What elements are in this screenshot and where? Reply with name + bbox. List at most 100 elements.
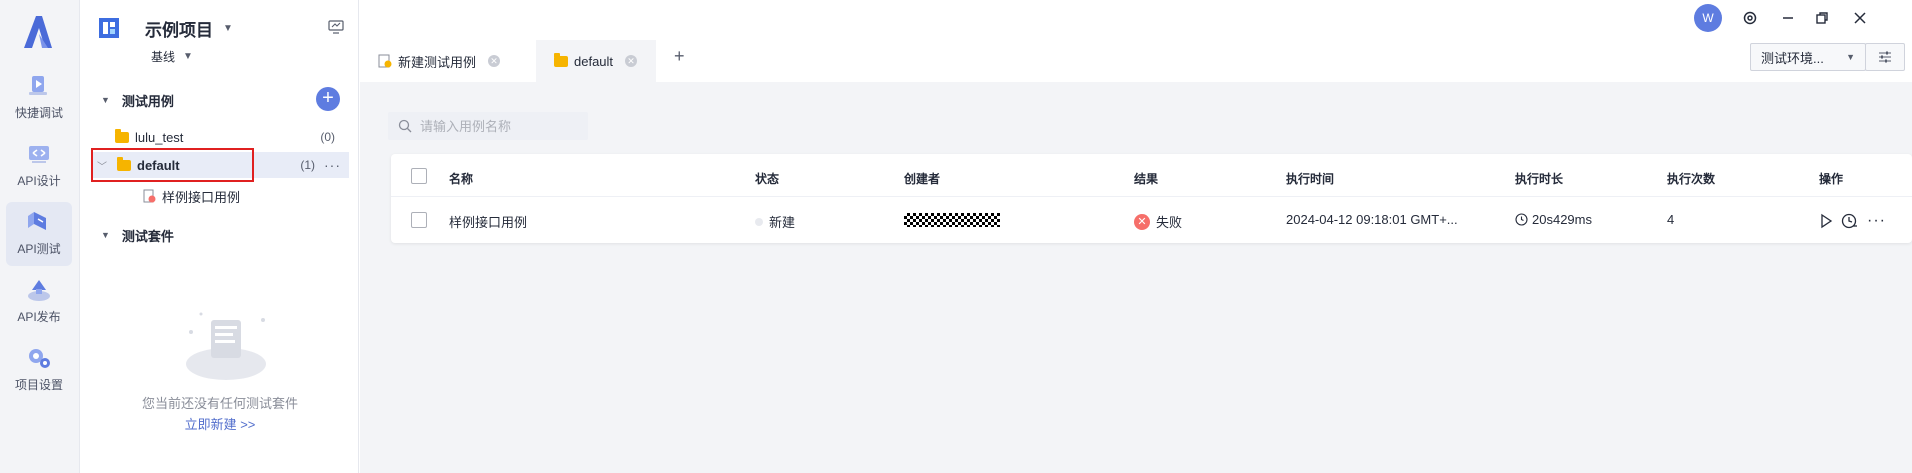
tree-folder-lulu-test[interactable]: lulu_test (0) (91, 124, 349, 150)
clock-icon (1515, 213, 1528, 226)
column-header: 执行次数 (1667, 172, 1716, 186)
play-icon[interactable] (1819, 213, 1833, 229)
column-header: 操作 (1819, 172, 1844, 186)
sliders-icon (1879, 51, 1891, 63)
folder-count: (1) (300, 158, 315, 172)
more-icon[interactable]: ··· (1867, 212, 1886, 230)
api-publish-icon (28, 280, 50, 301)
nav-label: API设计 (17, 174, 61, 188)
add-tab-icon[interactable]: + (674, 46, 685, 67)
nav-rail: 快捷调试 API设计 API测试 API发布 项目设置 (0, 0, 80, 473)
environment-settings-button[interactable] (1865, 43, 1905, 71)
search-icon (398, 119, 412, 133)
status-cell: 新建 (755, 212, 795, 231)
tab-label: default (574, 53, 614, 69)
project-switcher[interactable]: 示例项目 ▼ (97, 14, 233, 42)
case-name: 样例接口用例 (162, 189, 241, 205)
close-window-icon[interactable] (1850, 8, 1870, 28)
add-case-button[interactable]: + (316, 87, 340, 111)
close-icon[interactable]: ✕ (488, 55, 501, 67)
select-all-checkbox[interactable] (411, 168, 427, 184)
close-icon[interactable]: ✕ (625, 55, 638, 67)
environment-select[interactable]: 测试环境... ▼ (1750, 43, 1866, 71)
empty-illustration (186, 312, 266, 380)
operations-cell: ··· (1819, 212, 1886, 230)
column-header: 创建者 (904, 172, 941, 186)
tab-default[interactable]: default ✕ (536, 40, 656, 82)
header-divider (391, 196, 1912, 197)
creator-cell (904, 213, 1000, 227)
nav-label: 快捷调试 (14, 106, 63, 120)
nav-label: 项目设置 (14, 378, 63, 392)
status-text: 新建 (769, 215, 796, 230)
environment-label: 测试环境... (1761, 50, 1824, 66)
nav-label: API发布 (17, 310, 61, 324)
case-file-icon (143, 189, 156, 203)
history-icon[interactable] (1841, 212, 1859, 230)
api-design-icon (29, 146, 49, 163)
app-logo-icon[interactable] (20, 12, 56, 52)
case-table: 名称 状态 创建者 结果 执行时间 执行时长 执行次数 操作 样例接口用例 新建… (391, 154, 1912, 243)
monitor-icon[interactable] (328, 20, 344, 34)
column-header: 执行时间 (1286, 172, 1335, 186)
tab-label: 新建测试用例 (398, 54, 477, 70)
redacted-creator (904, 213, 1000, 227)
result-text: 失败 (1156, 215, 1183, 230)
chevron-down-icon: ▼ (1846, 52, 1855, 62)
duration-text: 20s429ms (1532, 212, 1592, 227)
branch-selector[interactable]: 基线 ▼ (151, 48, 193, 65)
nav-label: API测试 (17, 242, 61, 256)
exec-count-cell: 4 (1667, 212, 1675, 227)
nav-project-settings[interactable]: 项目设置 (6, 338, 72, 402)
column-header: 名称 (449, 172, 474, 186)
nav-quick-debug[interactable]: 快捷调试 (6, 66, 72, 130)
nav-api-design[interactable]: API设计 (6, 134, 72, 198)
collapse-triangle-icon: ▼ (101, 230, 110, 240)
test-cases-section-header[interactable]: ▼ 测试用例 (101, 88, 174, 112)
result-cell: ✕ 失败 (1134, 212, 1182, 231)
column-header: 结果 (1134, 172, 1159, 186)
folder-name: lulu_test (135, 129, 184, 145)
search-input[interactable] (420, 118, 580, 134)
test-cases-heading: 测试用例 (121, 93, 174, 109)
api-test-icon (28, 212, 46, 230)
empty-state-text: 您当前还没有任何测试套件 (141, 396, 298, 411)
quick-debug-icon (29, 76, 47, 95)
settings-icon[interactable] (1740, 8, 1760, 28)
highlight-box (91, 148, 254, 182)
folder-icon (115, 128, 129, 143)
column-header: 执行时长 (1515, 172, 1564, 186)
main-area: 新建测试用例 ✕ default ✕ + W 测试环境... ▼ 请输入用例名称… (360, 0, 1912, 473)
gear-icon (29, 349, 50, 368)
nav-api-test[interactable]: API测试 (6, 202, 72, 266)
tree-case-item[interactable]: 样例接口用例 (91, 183, 349, 209)
chevron-down-icon: ▼ (223, 22, 233, 34)
status-dot-icon (755, 217, 763, 226)
fail-icon: ✕ (1134, 213, 1150, 230)
case-file-icon (378, 54, 392, 68)
avatar[interactable]: W (1694, 4, 1722, 32)
folder-count: (0) (320, 130, 335, 144)
restore-icon[interactable] (1812, 8, 1832, 28)
project-title: 示例项目 (145, 20, 213, 40)
chevron-down-icon: ▼ (183, 51, 193, 62)
folder-icon (554, 52, 568, 67)
branch-label: 基线 (151, 50, 176, 64)
project-logo-icon (99, 18, 119, 38)
row-checkbox[interactable] (411, 212, 427, 228)
collapse-triangle-icon: ▼ (101, 95, 110, 105)
minimize-icon[interactable] (1778, 8, 1798, 28)
tab-new-case[interactable]: 新建测试用例 ✕ (360, 40, 518, 82)
search-box[interactable] (388, 112, 588, 140)
more-icon[interactable]: ··· (324, 157, 341, 173)
column-header: 状态 (755, 172, 780, 186)
exec-time-cell: 2024-04-12 09:18:01 GMT+... (1286, 212, 1458, 227)
project-tree-panel: 示例项目 ▼ 基线 ▼ ▼ 测试用例 + lulu_test (0) ﹀ def… (81, 0, 359, 473)
test-suites-section-header[interactable]: ▼ 测试套件 (101, 223, 174, 247)
test-suites-heading: 测试套件 (121, 228, 174, 244)
duration-cell: 20s429ms (1515, 212, 1592, 227)
create-suite-link[interactable]: 立即新建 >> (81, 414, 359, 433)
nav-api-publish[interactable]: API发布 (6, 270, 72, 334)
case-name-cell[interactable]: 样例接口用例 (449, 212, 527, 231)
top-bar: 新建测试用例 ✕ default ✕ + W 测试环境... ▼ (360, 0, 1912, 82)
